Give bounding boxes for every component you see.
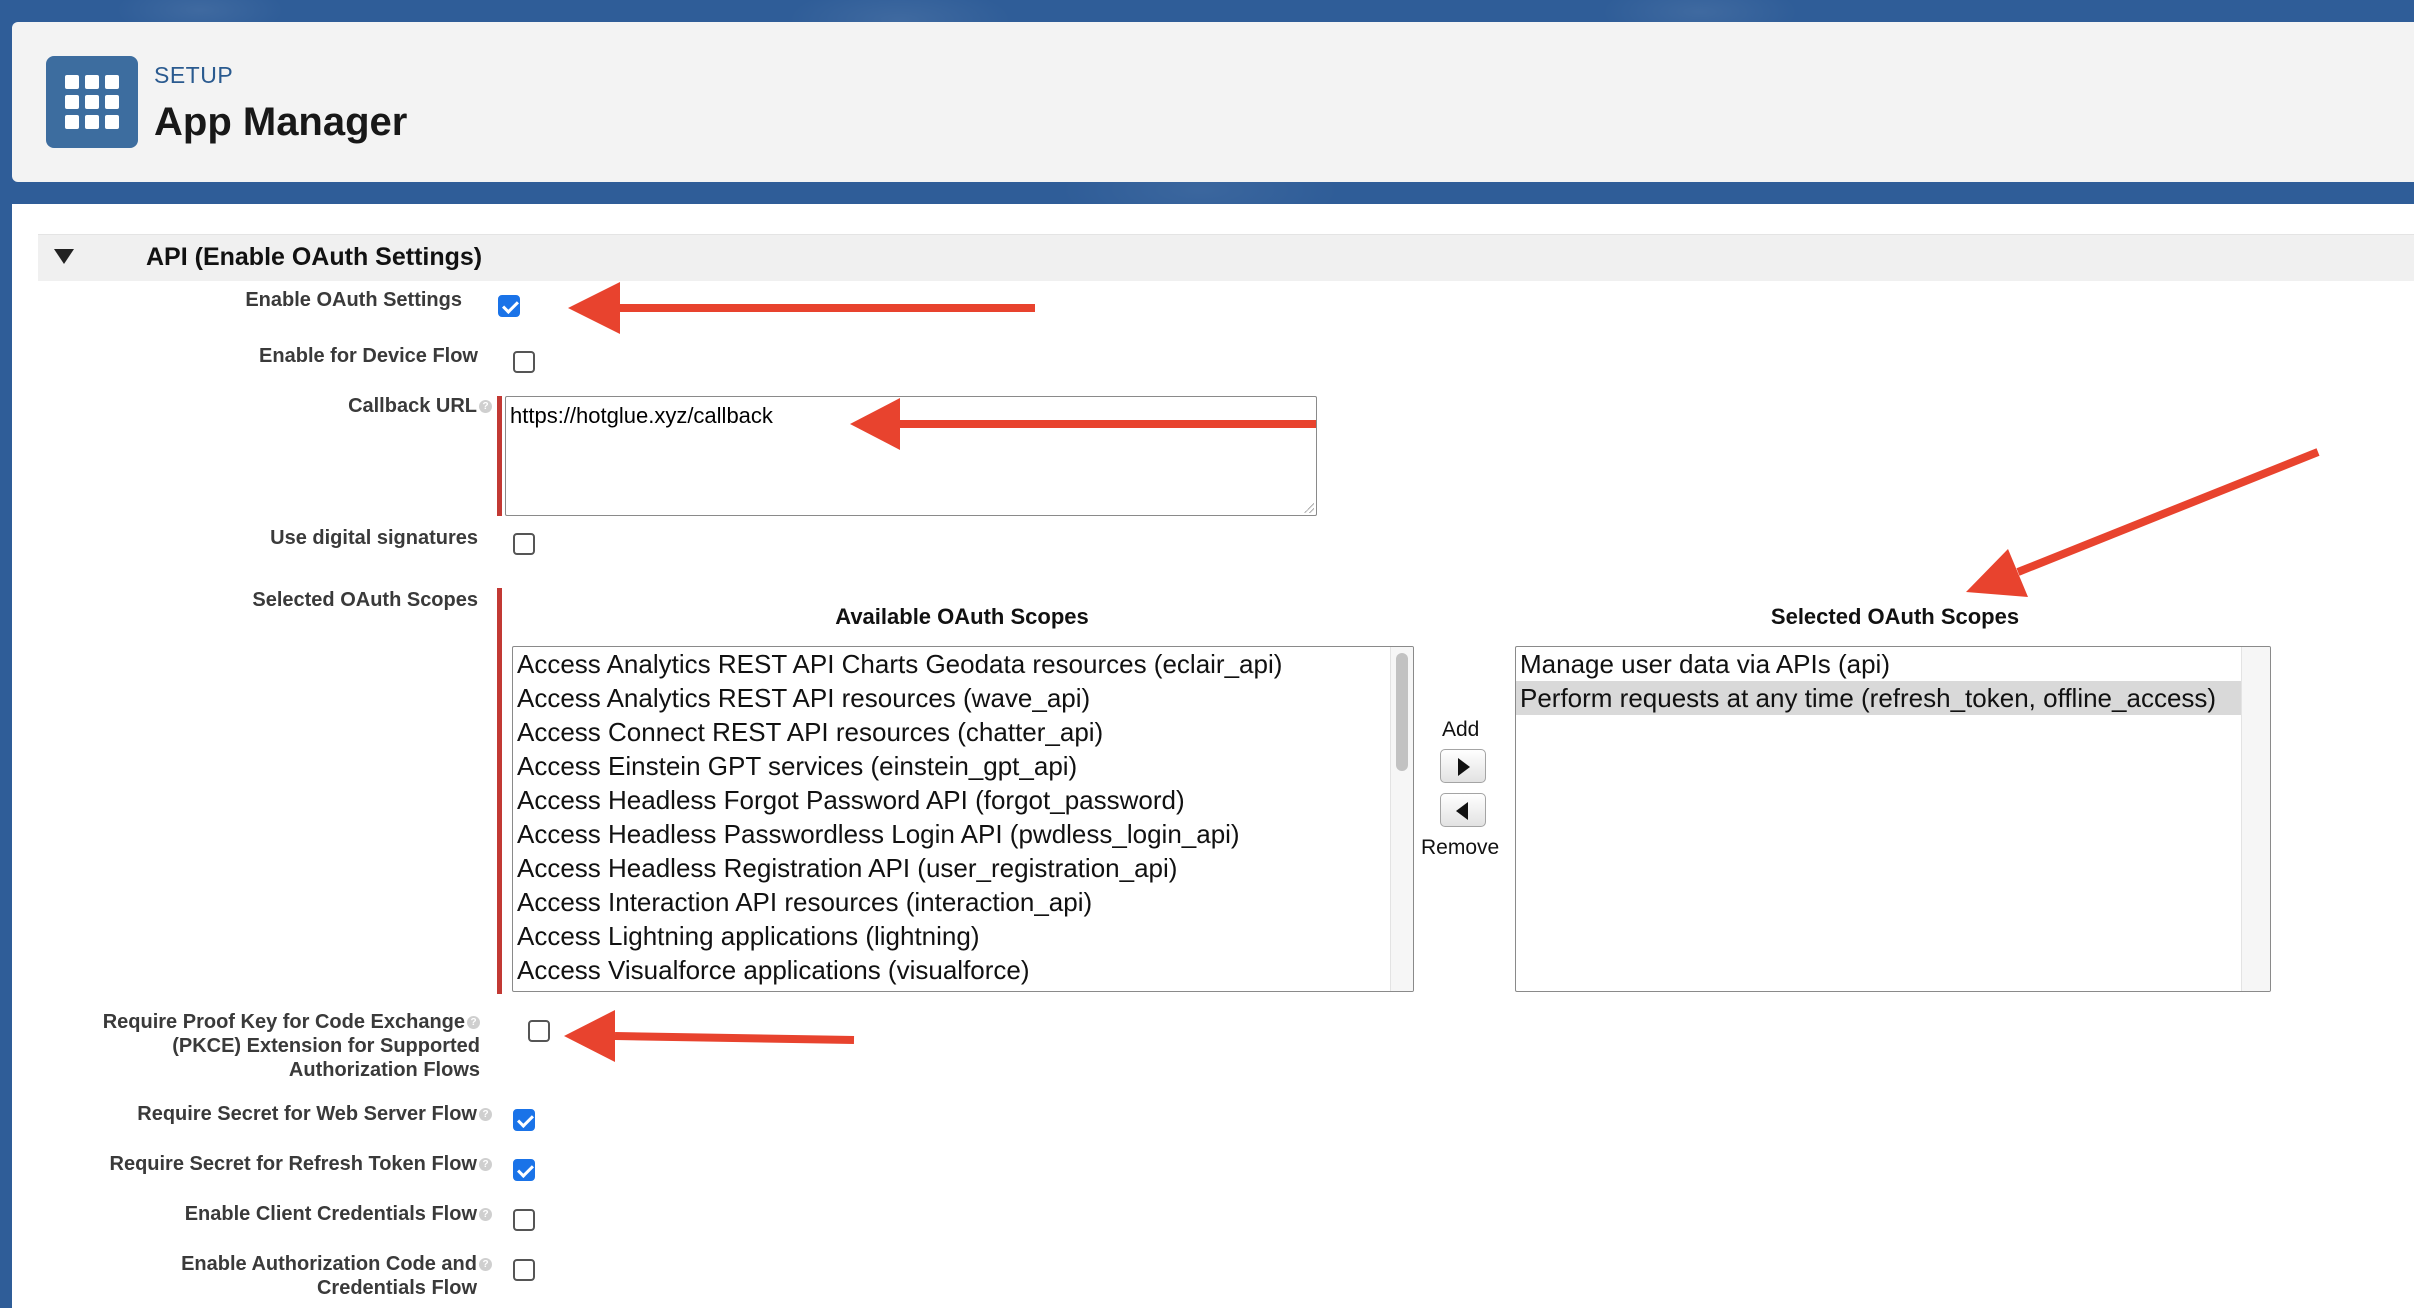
add-scope-button[interactable]: [1440, 749, 1486, 783]
scope-option[interactable]: Access Einstein GPT services (einstein_g…: [513, 749, 1413, 783]
arrow-right-icon: [1458, 758, 1470, 776]
available-scopes-header: Available OAuth Scopes: [835, 604, 1089, 629]
secret-web-server-label: Require Secret for Web Server Flow?: [72, 1102, 492, 1126]
setup-eyebrow: SETUP: [154, 62, 234, 88]
device-flow-checkbox[interactable]: [513, 351, 535, 373]
callback-url-field[interactable]: https://hotglue.xyz/callback: [505, 396, 1317, 516]
client-credentials-checkbox[interactable]: [513, 1209, 535, 1231]
help-icon[interactable]: ?: [479, 1208, 492, 1222]
page-header: SETUP App Manager: [12, 22, 2414, 182]
scope-option[interactable]: Access Connect REST API resources (chatt…: [513, 715, 1413, 749]
oauth-scopes-label: Selected OAuth Scopes: [252, 589, 478, 611]
scope-option[interactable]: Access Analytics REST API resources (wav…: [513, 681, 1413, 715]
scrollbar[interactable]: [2241, 647, 2270, 991]
scope-option[interactable]: Manage user data via APIs (api): [1516, 647, 2270, 681]
scope-option[interactable]: Access Interaction API resources (intera…: [513, 885, 1413, 919]
scope-option[interactable]: Access Lightning applications (lightning…: [513, 919, 1413, 953]
digital-signatures-label: Use digital signatures: [270, 527, 478, 549]
pkce-checkbox[interactable]: [528, 1020, 550, 1042]
device-flow-label: Enable for Device Flow: [259, 345, 478, 367]
secret-web-server-checkbox[interactable]: [513, 1109, 535, 1131]
arrow-left-icon: [1456, 802, 1468, 820]
required-indicator: [497, 588, 502, 994]
scope-option[interactable]: Access Visualforce applications (visualf…: [513, 953, 1413, 987]
scope-option[interactable]: Access Headless Passwordless Login API (…: [513, 817, 1413, 851]
add-label: Add: [1442, 718, 1480, 741]
selected-scopes-list[interactable]: Manage user data via APIs (api) Perform r…: [1515, 646, 2271, 992]
scope-option[interactable]: Access Headless Registration API (user_r…: [513, 851, 1413, 885]
scope-option[interactable]: Access Analytics REST API Charts Geodata…: [513, 647, 1413, 681]
scrollbar[interactable]: [1390, 647, 1413, 991]
resize-handle-icon[interactable]: [1304, 503, 1314, 513]
section-header[interactable]: API (Enable OAuth Settings): [38, 234, 2414, 281]
section-title: API (Enable OAuth Settings): [146, 243, 483, 271]
help-icon[interactable]: ?: [479, 1158, 492, 1172]
help-icon[interactable]: ?: [479, 1108, 492, 1122]
client-credentials-label: Enable Client Credentials Flow?: [72, 1202, 492, 1226]
available-scopes-list[interactable]: Access Analytics REST API Charts Geodata…: [512, 646, 1414, 992]
help-icon[interactable]: ?: [479, 1258, 492, 1272]
callback-url-label: Callback URL?: [112, 394, 492, 418]
scope-option[interactable]: Access Headless Forgot Password API (for…: [513, 783, 1413, 817]
required-indicator: [497, 396, 502, 516]
collapse-triangle-icon[interactable]: [54, 249, 74, 264]
secret-refresh-label: Require Secret for Refresh Token Flow?: [32, 1152, 492, 1176]
remove-label: Remove: [1421, 836, 1500, 859]
digital-signatures-checkbox[interactable]: [513, 533, 535, 555]
oauth-settings-panel: API (Enable OAuth Settings) Enable OAuth…: [12, 204, 2414, 1308]
scope-option[interactable]: Perform requests at any time (refresh_to…: [1516, 681, 2270, 715]
auth-code-checkbox[interactable]: [513, 1259, 535, 1281]
enable-oauth-checkbox[interactable]: [498, 295, 520, 317]
auth-code-label: Enable Authorization Code and? Credentia…: [72, 1252, 492, 1300]
enable-oauth-label: Enable OAuth Settings: [245, 289, 462, 311]
app-grid-icon: [46, 56, 138, 148]
page-title: App Manager: [154, 100, 408, 144]
help-icon[interactable]: ?: [479, 400, 492, 414]
help-icon[interactable]: ?: [467, 1016, 480, 1030]
selected-scopes-header: Selected OAuth Scopes: [1770, 604, 2020, 629]
secret-refresh-checkbox[interactable]: [513, 1159, 535, 1181]
pkce-label: Require Proof Key for Code Exchange? (PK…: [102, 1011, 480, 1081]
remove-scope-button[interactable]: [1440, 793, 1486, 827]
